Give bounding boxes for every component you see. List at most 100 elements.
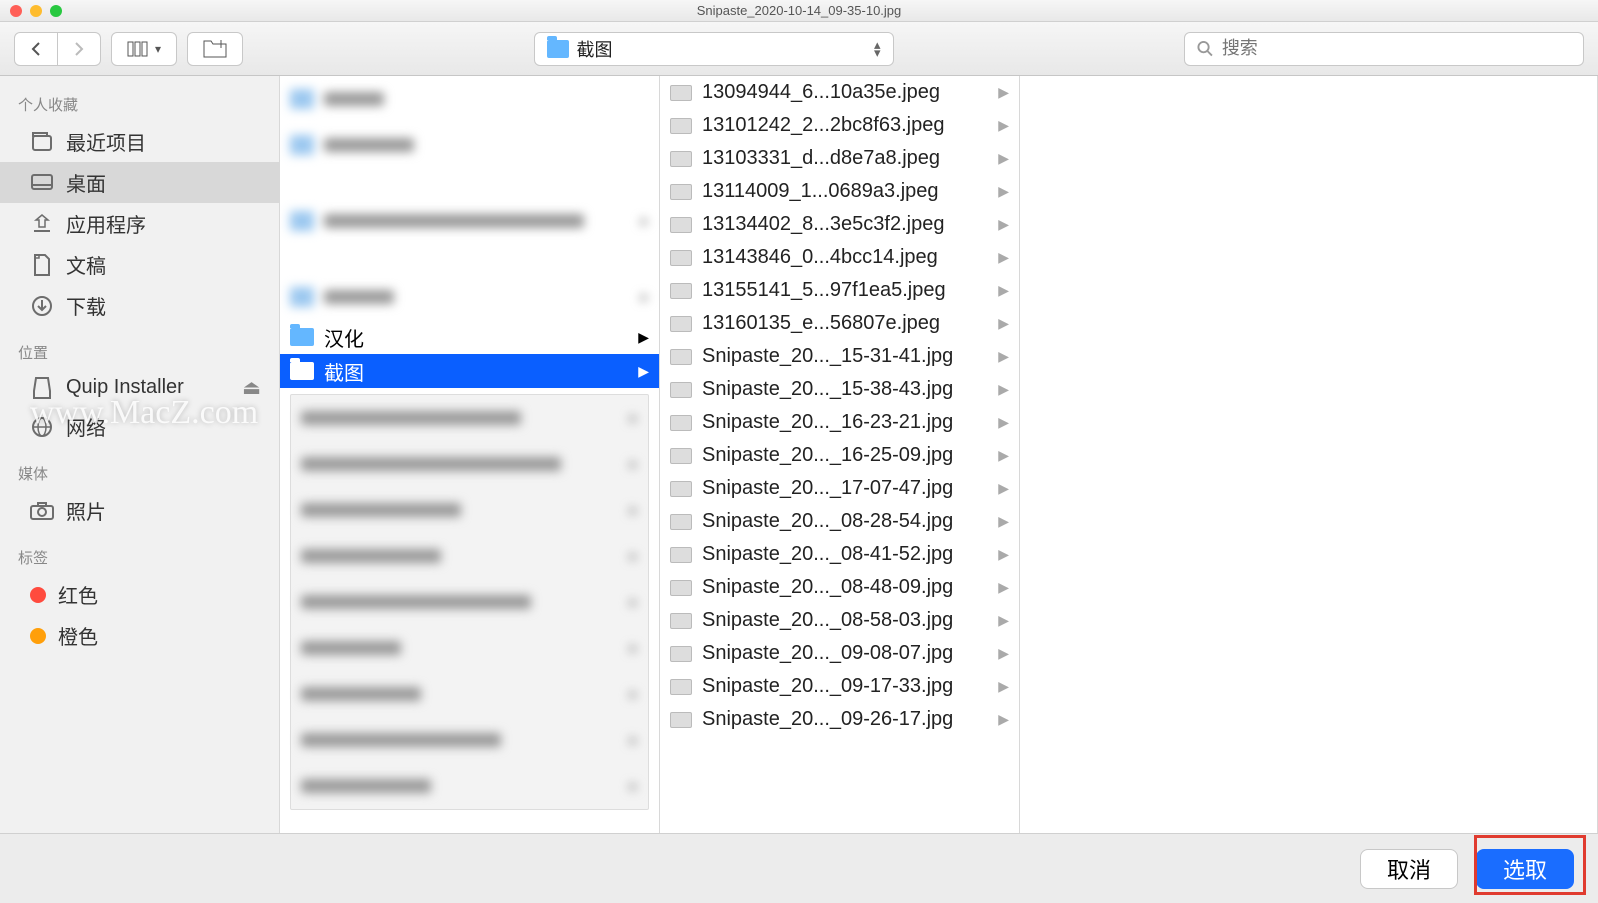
file-row[interactable]: Snipaste_20..._08-58-03.jpg▶ [660,604,1019,637]
file-thumb-icon [670,547,692,563]
forward-button[interactable] [58,32,101,66]
file-row[interactable]: Snipaste_20..._17-07-47.jpg▶ [660,472,1019,505]
file-row[interactable]: 13143846_0...4bcc14.jpeg▶ [660,241,1019,274]
chevron-right-icon: ▶ [998,249,1009,266]
sidebar-item-applications[interactable]: 应用程序 [0,203,279,244]
list-item[interactable]: ▸ [291,441,648,487]
sidebar-item-desktop[interactable]: 桌面 [0,162,279,203]
sidebar-item-documents[interactable]: 文稿 [0,244,279,285]
list-item[interactable]: ▸ [291,487,648,533]
view-mode-button[interactable]: ▾ [111,32,177,66]
file-name-label: 13114009_1...0689a3.jpeg [702,180,939,203]
file-row[interactable]: 13114009_1...0689a3.jpeg ▶ [660,175,1019,208]
file-thumb-icon [670,646,692,662]
search-icon [1197,40,1214,58]
file-row[interactable]: Snipaste_20..._08-41-52.jpg ▶ [660,538,1019,571]
file-row[interactable]: 13101242_2...2bc8f63.jpeg▶ [660,109,1019,142]
sidebar-item-quip-installer[interactable]: Quip Installer ⏏ [0,369,279,406]
file-row[interactable]: 13155141_5...97f1ea5.jpeg▶ [660,274,1019,307]
sidebar-tag-red[interactable]: 红色 [0,574,279,615]
list-item[interactable]: ▸ [291,717,648,763]
file-row[interactable]: 13094944_6...10a35e.jpeg▶ [660,76,1019,109]
column-1[interactable]: ▸ ▸ 汉化 ▶ 截图 ▶ ▸ ▸ ▸ ▸ ▸ ▸ ▸ ▸ ▸ [280,76,660,833]
applications-icon [30,214,54,234]
list-item[interactable]: ▸ [291,533,648,579]
sidebar-item-photos[interactable]: 照片 [0,490,279,531]
chevron-right-icon: ▶ [998,216,1009,233]
updown-icon: ▴▾ [874,41,881,57]
sidebar-section-favorites: 个人收藏 [0,88,279,121]
sidebar-label: Quip Installer [66,376,184,399]
sidebar-label: 最近项目 [66,127,146,156]
file-row[interactable]: Snipaste_20..._09-26-17.jpg▶ [660,703,1019,736]
sidebar-item-downloads[interactable]: 下载 [0,285,279,326]
file-thumb-icon [670,316,692,332]
sidebar-section-media: 媒体 [0,457,279,490]
chevron-right-icon: ▶ [998,183,1009,200]
search-field[interactable] [1184,32,1584,66]
sidebar-tag-orange[interactable]: 橙色 [0,615,279,656]
column-3-preview [1020,76,1598,833]
toolbar: ▾ 截图 ▴▾ [0,22,1598,76]
search-input[interactable] [1222,38,1571,59]
chevron-right-icon: ▶ [998,645,1009,662]
file-thumb-icon [670,349,692,365]
sidebar-label: 橙色 [58,621,98,650]
chevron-right-icon: ▶ [638,363,649,380]
folder-row-jietu[interactable]: 截图 ▶ [280,354,659,388]
file-name-label: Snipaste_20..._08-41-52.jpg [702,543,953,566]
sidebar-label: 文稿 [66,250,106,279]
sidebar-item-recents[interactable]: 最近项目 [0,121,279,162]
chevron-right-icon: ▶ [998,150,1009,167]
file-thumb-icon [670,85,692,101]
path-selector[interactable]: 截图 ▴▾ [534,32,894,66]
chevron-right-icon: ▶ [998,381,1009,398]
content-area: 个人收藏 最近项目 桌面 应用程序 文稿 下载 位置 Quip Installe… [0,76,1598,833]
list-item[interactable]: ▸ [291,395,648,441]
file-row[interactable]: Snipaste_20..._15-31-41.jpg▶ [660,340,1019,373]
back-button[interactable] [14,32,58,66]
list-item[interactable]: ▸ [280,198,659,244]
file-row[interactable]: Snipaste_20..._08-48-09.jpg ▶ [660,571,1019,604]
file-row[interactable]: Snipaste_20..._15-38-43.jpg ▶ [660,373,1019,406]
file-row[interactable]: 13103331_d...d8e7a8.jpeg▶ [660,142,1019,175]
new-folder-button[interactable] [187,32,243,66]
file-name-label: Snipaste_20..._15-38-43.jpg [702,378,953,401]
eject-icon[interactable]: ⏏ [242,375,261,400]
chevron-right-icon: ▶ [998,546,1009,563]
list-item[interactable] [280,122,659,168]
chevron-right-icon: ▶ [998,579,1009,596]
file-thumb-icon [670,382,692,398]
file-thumb-icon [670,514,692,530]
file-row[interactable]: Snipaste_20..._16-23-21.jpg▶ [660,406,1019,439]
cancel-button[interactable]: 取消 [1360,849,1458,889]
folder-icon [290,362,314,380]
folder-row-hanhua[interactable]: 汉化 ▶ [280,320,659,354]
list-item[interactable]: ▸ [280,274,659,320]
file-name-label: 13134402_8...3e5c3f2.jpeg [702,213,944,236]
file-thumb-icon [670,250,692,266]
file-row[interactable]: 13134402_8...3e5c3f2.jpeg ▶ [660,208,1019,241]
list-item[interactable]: ▸ [291,671,648,717]
file-thumb-icon [670,415,692,431]
file-row[interactable]: Snipaste_20..._16-25-09.jpg▶ [660,439,1019,472]
list-item[interactable] [280,76,659,122]
list-item[interactable]: ▸ [291,625,648,671]
file-name-label: Snipaste_20..._17-07-47.jpg [702,477,953,500]
select-button[interactable]: 选取 [1476,849,1574,889]
file-row[interactable]: Snipaste_20..._08-28-54.jpg▶ [660,505,1019,538]
desktop-icon [30,173,54,193]
file-row[interactable]: Snipaste_20..._09-08-07.jpg ▶ [660,637,1019,670]
sidebar-item-network[interactable]: 网络 [0,406,279,447]
column-2[interactable]: 13094944_6...10a35e.jpeg▶13101242_2...2b… [660,76,1020,833]
list-item[interactable]: ▸ [291,763,648,809]
file-name-label: Snipaste_20..._09-08-07.jpg [702,642,953,665]
file-name-label: 13155141_5...97f1ea5.jpeg [702,279,946,302]
file-name-label: Snipaste_20..._09-17-33.jpg [702,675,953,698]
list-item[interactable]: ▸ [291,579,648,625]
file-row[interactable]: 13160135_e...56807e.jpeg▶ [660,307,1019,340]
file-row[interactable]: Snipaste_20..._09-17-33.jpg▶ [660,670,1019,703]
file-name-label: Snipaste_20..._08-48-09.jpg [702,576,953,599]
sidebar-section-locations: 位置 [0,336,279,369]
file-thumb-icon [670,613,692,629]
